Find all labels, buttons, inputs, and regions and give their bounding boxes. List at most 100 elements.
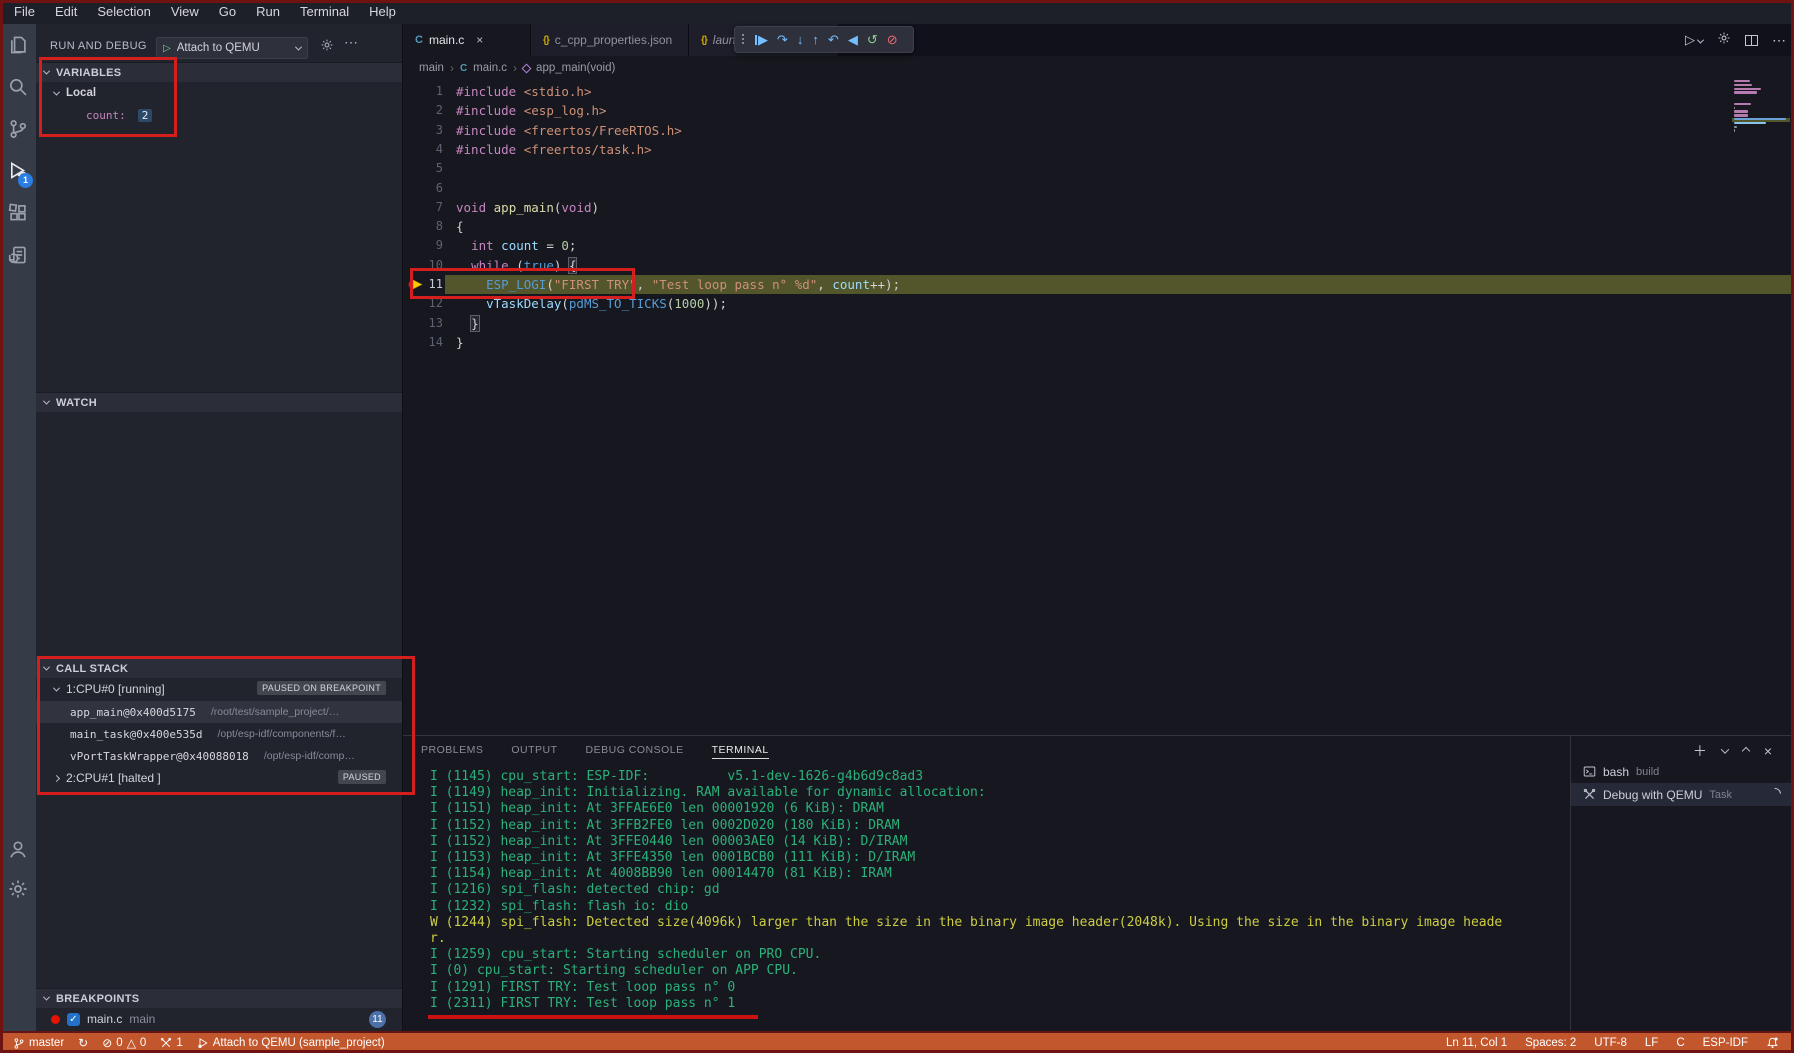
breadcrumb[interactable]: main › C main.c › app_main(void) [403, 56, 1794, 80]
drag-grip-icon[interactable] [741, 33, 746, 46]
debug-step-into-button[interactable]: ↓ [797, 33, 804, 46]
watch-section-header[interactable]: WATCH [36, 392, 402, 412]
launch-config-dropdown[interactable]: ▷ Attach to QEMU [156, 37, 308, 59]
panel-tab-problems[interactable]: PROBLEMS [421, 744, 483, 758]
activity-item-source-control[interactable] [0, 108, 36, 150]
menu-item-view[interactable]: View [161, 0, 209, 24]
c-file-icon: C [415, 34, 423, 46]
token: { [569, 258, 577, 273]
token [486, 200, 494, 215]
breakpoint-checkbox[interactable]: ✓ [67, 1013, 80, 1026]
token [516, 142, 524, 157]
stack-frame-row[interactable]: vPortTaskWrapper@0x40088018 /opt/esp-idf… [36, 745, 402, 767]
stack-frame-row[interactable]: main_task@0x400e535d /opt/esp-idf/compon… [36, 723, 402, 745]
thread-row-cpu0[interactable]: 1:CPU#0 [running] PAUSED ON BREAKPOINT [36, 678, 402, 700]
variables-section-header[interactable]: VARIABLES [36, 62, 402, 82]
debug-step-back-button[interactable]: ↶ [828, 33, 839, 46]
line-number: 9 [427, 236, 443, 255]
code-editor[interactable]: 1#include <stdio.h>2#include <esp_log.h>… [403, 80, 1794, 735]
terminal-icon [1583, 765, 1596, 778]
branch-name: master [29, 1037, 64, 1049]
stack-frame-row[interactable]: app_main@0x400d5175 /root/test/sample_pr… [36, 701, 402, 723]
chevron-down-icon [53, 88, 60, 95]
token: <freertos/task.h> [524, 142, 652, 157]
indentation-setting[interactable]: Spaces: 2 [1518, 1037, 1583, 1049]
breadcrumb-folder[interactable]: main [419, 62, 444, 74]
breakpoint-line-badge: 11 [369, 1011, 386, 1028]
thread-status-badge: PAUSED ON BREAKPOINT [257, 681, 386, 695]
token: ++); [870, 277, 900, 292]
notifications-bell-icon[interactable] [1759, 1036, 1786, 1050]
tab-main.c[interactable]: Cmain.c× [403, 24, 531, 56]
token: <stdio.h> [524, 84, 592, 99]
run-or-debug-button[interactable]: ▷ [1685, 32, 1703, 48]
c-file-icon: C [460, 63, 467, 74]
debug-restart-button[interactable]: ↺ [867, 33, 878, 46]
menu-item-go[interactable]: Go [209, 0, 246, 24]
breadcrumb-file[interactable]: main.c [473, 62, 507, 74]
tab-c_cpp_properties.json[interactable]: {}c_cpp_properties.json [531, 24, 689, 56]
split-editor-icon[interactable] [1745, 35, 1758, 46]
breadcrumb-separator: › [513, 61, 517, 75]
variables-scope-local[interactable]: Local [36, 82, 402, 104]
activity-item-search[interactable] [0, 66, 36, 108]
tools-icon [160, 1037, 172, 1049]
debug-disconnect-button[interactable]: ⊘ [887, 33, 898, 46]
panel-tab-output[interactable]: OUTPUT [511, 744, 557, 758]
debug-step-out-button[interactable]: ↑ [812, 33, 819, 46]
call-stack-section-header[interactable]: CALL STACK [36, 658, 402, 678]
menu-item-selection[interactable]: Selection [87, 0, 160, 24]
debug-reverse-continue-button[interactable]: ◀ [848, 33, 858, 46]
breakpoints-section-header[interactable]: BREAKPOINTS [36, 988, 402, 1008]
breakpoints-header-label: BREAKPOINTS [56, 993, 139, 1005]
more-actions-icon[interactable]: ⋯ [344, 34, 359, 51]
token [456, 316, 471, 331]
start-debug-icon[interactable]: ▷ [163, 43, 171, 54]
debug-settings-gear-icon[interactable] [320, 38, 334, 57]
activity-item-accounts[interactable] [0, 828, 36, 870]
errors-icon: ⊘ [102, 1037, 112, 1049]
token: "FIRST TRY" [554, 277, 637, 292]
minimap-line [1734, 91, 1757, 93]
minimap-line [1734, 88, 1761, 90]
activity-item-explorer[interactable] [0, 24, 36, 66]
activity-item-esp-idf-explorer[interactable] [0, 234, 36, 276]
panel-tab-debug-console[interactable]: DEBUG CONSOLE [586, 744, 684, 758]
variables-header-label: VARIABLES [56, 67, 121, 79]
close-tab-icon[interactable]: × [476, 33, 483, 47]
thread-row-cpu1[interactable]: 2:CPU#1 [halted ] PAUSED [36, 767, 402, 789]
token: ( [509, 258, 524, 273]
activity-item-extensions[interactable] [0, 192, 36, 234]
debug-gear-icon[interactable] [1717, 31, 1731, 50]
breakpoint-row[interactable]: ✓ main.c main 11 [36, 1008, 402, 1030]
sync-changes-item[interactable]: ↻ [71, 1037, 95, 1049]
terminal-list-item-debug-qemu[interactable]: Debug with QEMU Task [1571, 783, 1794, 806]
menu-item-edit[interactable]: Edit [45, 0, 87, 24]
variable-row-count[interactable]: count:2 [36, 104, 402, 126]
terminal-list-item-bash[interactable]: bash build [1571, 760, 1794, 783]
debug-step-over-button[interactable]: ↷ [777, 33, 788, 46]
more-actions-icon[interactable]: ⋯ [1772, 32, 1786, 49]
breadcrumb-symbol[interactable]: app_main(void) [536, 62, 615, 74]
menu-item-terminal[interactable]: Terminal [290, 0, 359, 24]
menu-item-help[interactable]: Help [359, 0, 406, 24]
cursor-position[interactable]: Ln 11, Col 1 [1439, 1037, 1514, 1049]
menu-item-file[interactable]: File [4, 0, 45, 24]
frame-path: /opt/esp-idf/components/f… [217, 728, 345, 740]
debug-session-item[interactable]: Attach to QEMU (sample_project) [190, 1037, 392, 1049]
git-branch-item[interactable]: master [6, 1037, 71, 1050]
problems-item[interactable]: ⊘ 0 △ 0 [95, 1037, 153, 1049]
tasks-item[interactable]: 1 [153, 1037, 189, 1049]
panel-tab-terminal[interactable]: TERMINAL [712, 744, 769, 759]
minimap-line [1734, 110, 1748, 112]
token: pdMS_TO_TICKS [569, 296, 667, 311]
editor-tab-strip: Cmain.c×{}c_cpp_properties.json{}launch.… [403, 24, 1794, 56]
menu-item-run[interactable]: Run [246, 0, 290, 24]
file-encoding[interactable]: UTF-8 [1587, 1037, 1634, 1049]
language-mode[interactable]: C [1669, 1037, 1691, 1049]
activity-item-manage[interactable] [0, 868, 36, 910]
activity-item-run-and-debug[interactable]: 1 [0, 150, 36, 192]
debug-continue-button[interactable]: ▶ [755, 33, 768, 46]
end-of-line[interactable]: LF [1638, 1037, 1665, 1049]
esp-idf-extension-item[interactable]: ESP-IDF [1696, 1037, 1755, 1049]
